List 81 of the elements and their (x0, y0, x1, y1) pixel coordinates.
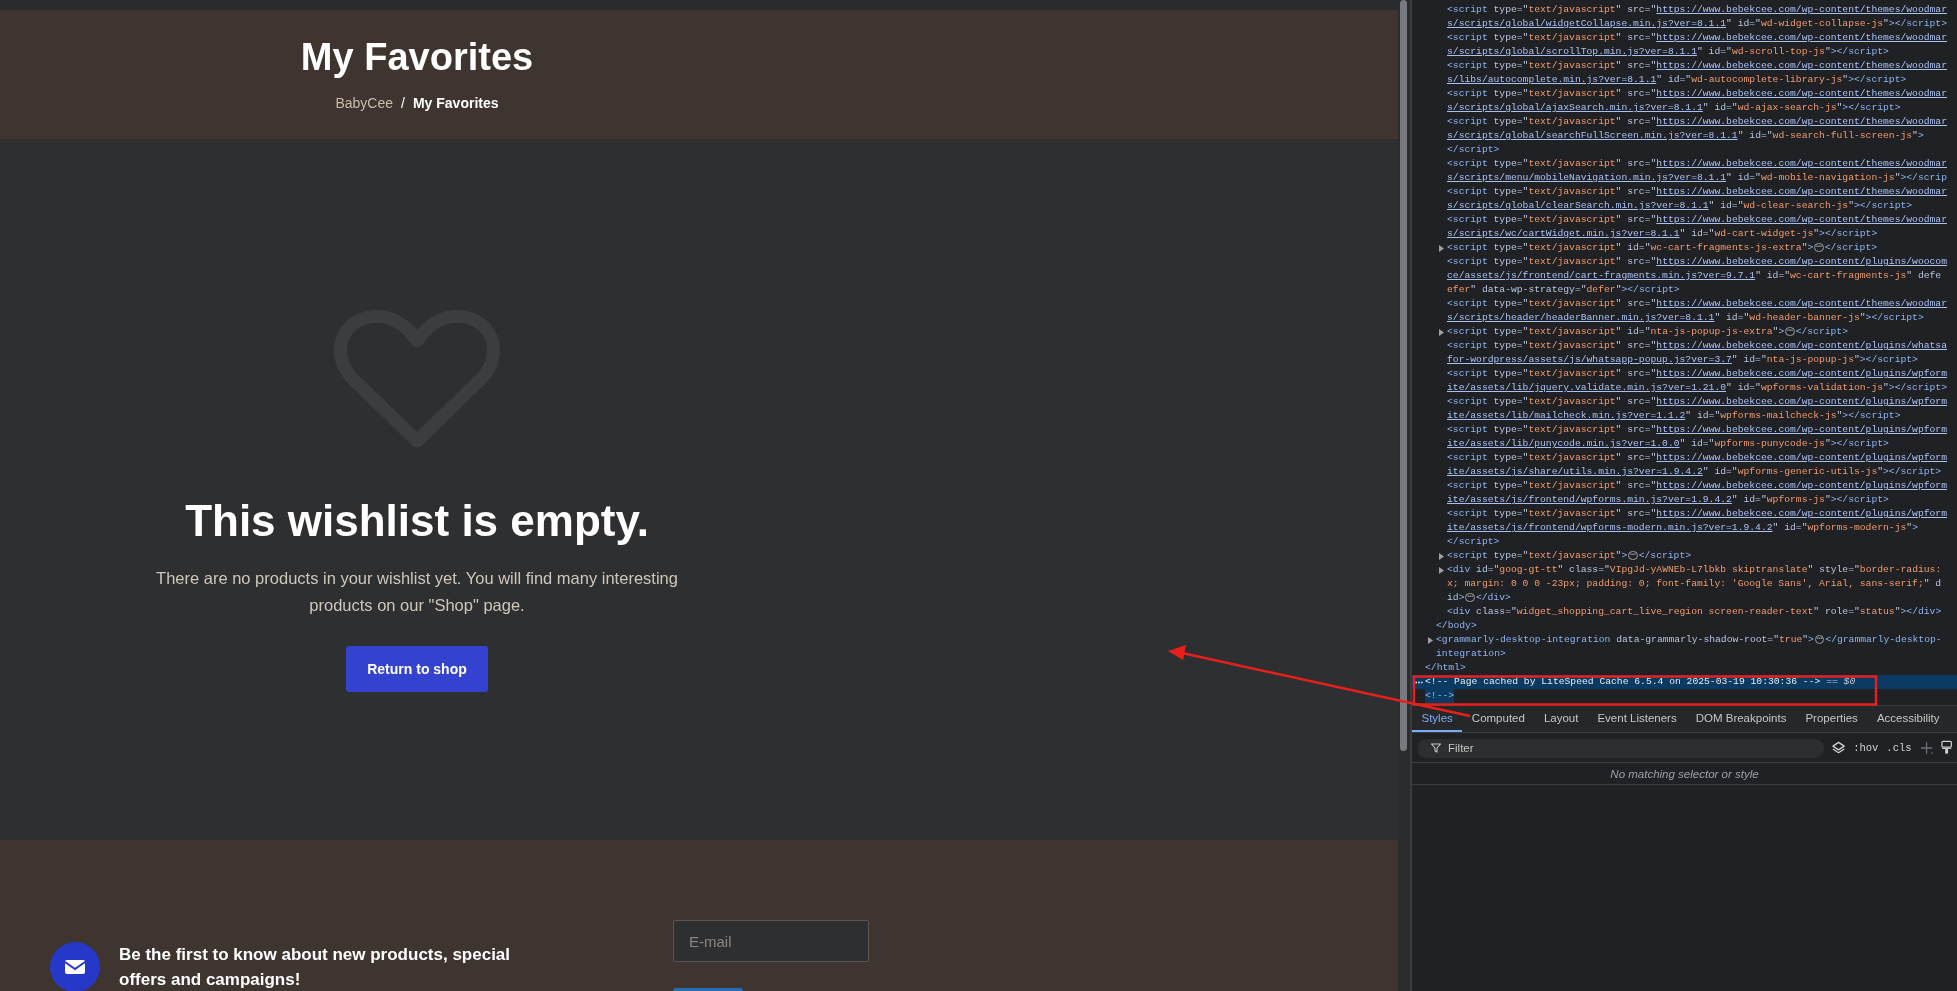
expand-triangle-icon[interactable] (1438, 566, 1445, 574)
code-text[interactable]: <script type="text/javascript" src="https://www.bebekcee.com/wp-content/plugins/wpform (1447, 507, 1947, 521)
code-text[interactable]: x; margin: 0 0 0 -23px; padding: 0; font-family: 'Google Sans', Arial, sans-serif;" d (1447, 577, 1942, 591)
brush-icon[interactable] (1940, 740, 1952, 755)
code-text[interactable]: <script type="text/javascript" src="https://www.bebekcee.com/wp-content/plugins/wpform (1447, 367, 1947, 381)
breadcrumb-current: My Favorites (412, 94, 499, 112)
styles-pane-tab[interactable]: Styles (1412, 706, 1463, 732)
code-text[interactable]: <script type="text/javascript" src="https://www.bebekcee.com/wp-content/themes/woodmar (1447, 185, 1947, 199)
code-text[interactable]: <script type="text/javascript" src="https://www.bebekcee.com/wp-content/themes/woodmar (1447, 59, 1947, 73)
code-text[interactable]: <script type="text/javascript"> ⋯ </script> (1447, 549, 1691, 563)
code-text[interactable]: <div class="widget_shopping_cart_live_region screen-reader-text" role="status"></div> (1447, 605, 1942, 619)
code-text[interactable]: s/scripts/global/scrollTop.min.js?ver=8.1.1" id="wd-scroll-top-js"></script> (1447, 45, 1889, 59)
code-text[interactable]: <script type="text/javascript" src="https://www.bebekcee.com/wp-content/themes/woodmar (1447, 297, 1947, 311)
breadcrumb-link[interactable]: BabyCee (335, 94, 394, 112)
code-text[interactable]: ite/assets/js/frontend/wpforms-modern.min.js?ver=1.9.4.2" id="wpforms-modern-js"> (1447, 521, 1918, 535)
filter-icon (1431, 742, 1441, 753)
code-text[interactable]: <script type="text/javascript" src="https://www.bebekcee.com/wp-content/themes/woodmar (1447, 213, 1947, 227)
code-text[interactable]: s/scripts/wc/cartWidget.min.js?ver=8.1.1" id="wd-cart-widget-js"></script> (1447, 227, 1878, 241)
styles-pane-tab[interactable]: Properties (1795, 706, 1868, 732)
breadcrumb-separator: / (401, 94, 405, 112)
expand-triangle-icon[interactable] (1438, 244, 1445, 252)
code-text[interactable]: <grammarly-desktop-integration data-grammarly-shadow-root="true"> ⋯ </grammarly-desktop- (1436, 633, 1942, 647)
code-text[interactable]: ite/assets/lib/punycode.min.js?ver=1.0.0" id="wpforms-punycode-js"></script> (1447, 437, 1889, 451)
code-text[interactable]: id> ⋯ </div> (1447, 591, 1511, 605)
code-text[interactable]: ite/assets/lib/jquery.validate.min.js?ver=1.21.0" id="wpforms-validation-js"></script> (1447, 381, 1947, 395)
newsletter-text: Be the first to know about new products, special offers and campaigns! (119, 944, 512, 991)
expand-triangle-icon[interactable] (1438, 552, 1445, 560)
return-to-shop-button[interactable]: Return to shop (346, 646, 488, 692)
code-text[interactable]: </body> (1436, 619, 1477, 633)
styles-pane-tab[interactable]: Event Listeners (1587, 706, 1687, 732)
styles-pane-tab[interactable]: Accessibility (1867, 706, 1949, 732)
toggle-button[interactable]: .cls (1886, 741, 1912, 754)
code-text[interactable]: </script> (1447, 535, 1500, 549)
code-text[interactable]: s/scripts/global/ajaxSearch.min.js?ver=8.1.1" id="wd-ajax-search-js"></script> (1447, 101, 1901, 115)
code-text[interactable]: <script type="text/javascript" src="https://www.bebekcee.com/wp-content/themes/woodmar (1447, 157, 1947, 171)
styles-pane-tab[interactable]: Layout (1534, 706, 1588, 732)
code-text[interactable]: <!--> (1425, 689, 1455, 703)
plus-icon[interactable] (1919, 740, 1933, 755)
email-field[interactable]: E-mail (673, 920, 869, 962)
code-text[interactable]: <div id="goog-gt-tt" class="VIpgJd-yAWNEb-L7lbkb skiptranslate" style="border-radius: (1447, 563, 1942, 577)
ellipsis-icon (1415, 680, 1423, 684)
toggle-button[interactable]: :hov (1853, 741, 1879, 754)
page-title: My Favorites (300, 35, 534, 80)
code-text[interactable]: s/scripts/header/headerBanner.min.js?ver=8.1.1" id="wd-header-banner-js"></script> (1447, 311, 1924, 325)
code-text[interactable]: s/scripts/global/searchFullScreen.min.js?ver=8.1.1" id="wd-search-full-screen-js"> (1447, 129, 1924, 143)
code-text[interactable]: <script type="text/javascript" src="https://www.bebekcee.com/wp-content/themes/woodmar (1447, 115, 1947, 129)
code-text[interactable]: <script type="text/javascript" src="https://www.bebekcee.com/wp-content/themes/woodmar (1447, 87, 1947, 101)
code-text[interactable]: <script type="text/javascript" src="https://www.bebekcee.com/wp-content/themes/woodmar (1447, 3, 1947, 17)
styles-pane-tab[interactable]: DOM Breakpoints (1686, 706, 1796, 732)
code-text[interactable]: s/scripts/global/widgetCollapse.min.js?ver=8.1.1" id="wd-widget-collapse-js"></script> (1447, 17, 1947, 31)
code-text[interactable]: </script> (1447, 143, 1500, 157)
code-text[interactable]: s/scripts/menu/mobileNavigation.min.js?ver=8.1.1" id="wd-mobile-navigation-js"></scrip (1447, 171, 1947, 185)
styles-pane-tab[interactable]: Computed (1462, 706, 1535, 732)
code-text[interactable]: integration> (1436, 647, 1506, 661)
code-text[interactable]: </html> (1425, 661, 1466, 675)
code-text[interactable]: <script type="text/javascript" src="https://www.bebekcee.com/wp-content/plugins/wpform (1447, 423, 1947, 437)
mail-icon (50, 942, 100, 991)
code-text[interactable]: <script type="text/javascript" src="https://www.bebekcee.com/wp-content/plugins/wpform (1447, 395, 1947, 409)
code-text[interactable]: <script type="text/javascript" src="https://www.bebekcee.com/wp-content/plugins/woocom (1447, 255, 1947, 269)
code-text[interactable]: ite/assets/lib/mailcheck.min.js?ver=1.1.2" id="wpforms-mailcheck-js"></script> (1447, 409, 1901, 423)
code-text[interactable]: ite/assets/js/share/utils.min.js?ver=1.9.4.2" id="wpforms-generic-utils-js"></script> (1447, 465, 1942, 479)
code-text[interactable]: <script type="text/javascript" id="nta-js-popup-js-extra"> ⋯ </script> (1447, 325, 1848, 339)
empty-styles-message: No matching selector or style (1610, 767, 1759, 780)
code-text[interactable]: efer" data-wp-strategy="defer"></script> (1447, 283, 1680, 297)
empty-heading: This wishlist is empty. (185, 495, 649, 547)
code-text[interactable]: <script type="text/javascript" src="https://www.bebekcee.com/wp-content/plugins/wpform (1447, 479, 1947, 493)
code-text[interactable]: <script type="text/javascript" src="https://www.bebekcee.com/wp-content/plugins/whatsa (1447, 339, 1947, 353)
layers-icon[interactable] (1832, 740, 1846, 755)
code-text[interactable]: <script type="text/javascript" src="https://www.bebekcee.com/wp-content/plugins/wpform (1447, 451, 1947, 465)
filter-field[interactable]: Filter (1417, 738, 1824, 758)
code-text[interactable]: ite/assets/js/frontend/wpforms.min.js?ver=1.9.4.2" id="wpforms-js"></script> (1447, 493, 1889, 507)
code-text[interactable]: ce/assets/js/frontend/cart-fragments.min.js?ver=9.7.1" id="wc-cart-fragments-js" defe (1447, 269, 1942, 283)
expand-triangle-icon[interactable] (1438, 328, 1445, 336)
code-text[interactable]: s/libs/autocomplete.min.js?ver=8.1.1" id="wd-autocomplete-library-js"></script> (1447, 73, 1907, 87)
scrollbar-thumb[interactable] (1400, 0, 1407, 751)
code-text[interactable]: <script type="text/javascript" id="wc-cart-fragments-js-extra"> ⋯ </script> (1447, 241, 1878, 255)
expand-triangle-icon[interactable] (1427, 636, 1434, 644)
code-text[interactable]: s/scripts/global/clearSearch.min.js?ver=8.1.1" id="wd-clear-search-js"></script> (1447, 199, 1913, 213)
code-text[interactable]: <script type="text/javascript" src="https://www.bebekcee.com/wp-content/themes/woodmar (1447, 31, 1947, 45)
empty-message: There are no products in your wishlist yet. You will find many interesting products on our "Shop" page. (155, 568, 679, 616)
code-text[interactable]: for-wordpress/assets/js/whatsapp-popup.js?ver=3.7" id="nta-js-popup-js"></script> (1447, 353, 1918, 367)
